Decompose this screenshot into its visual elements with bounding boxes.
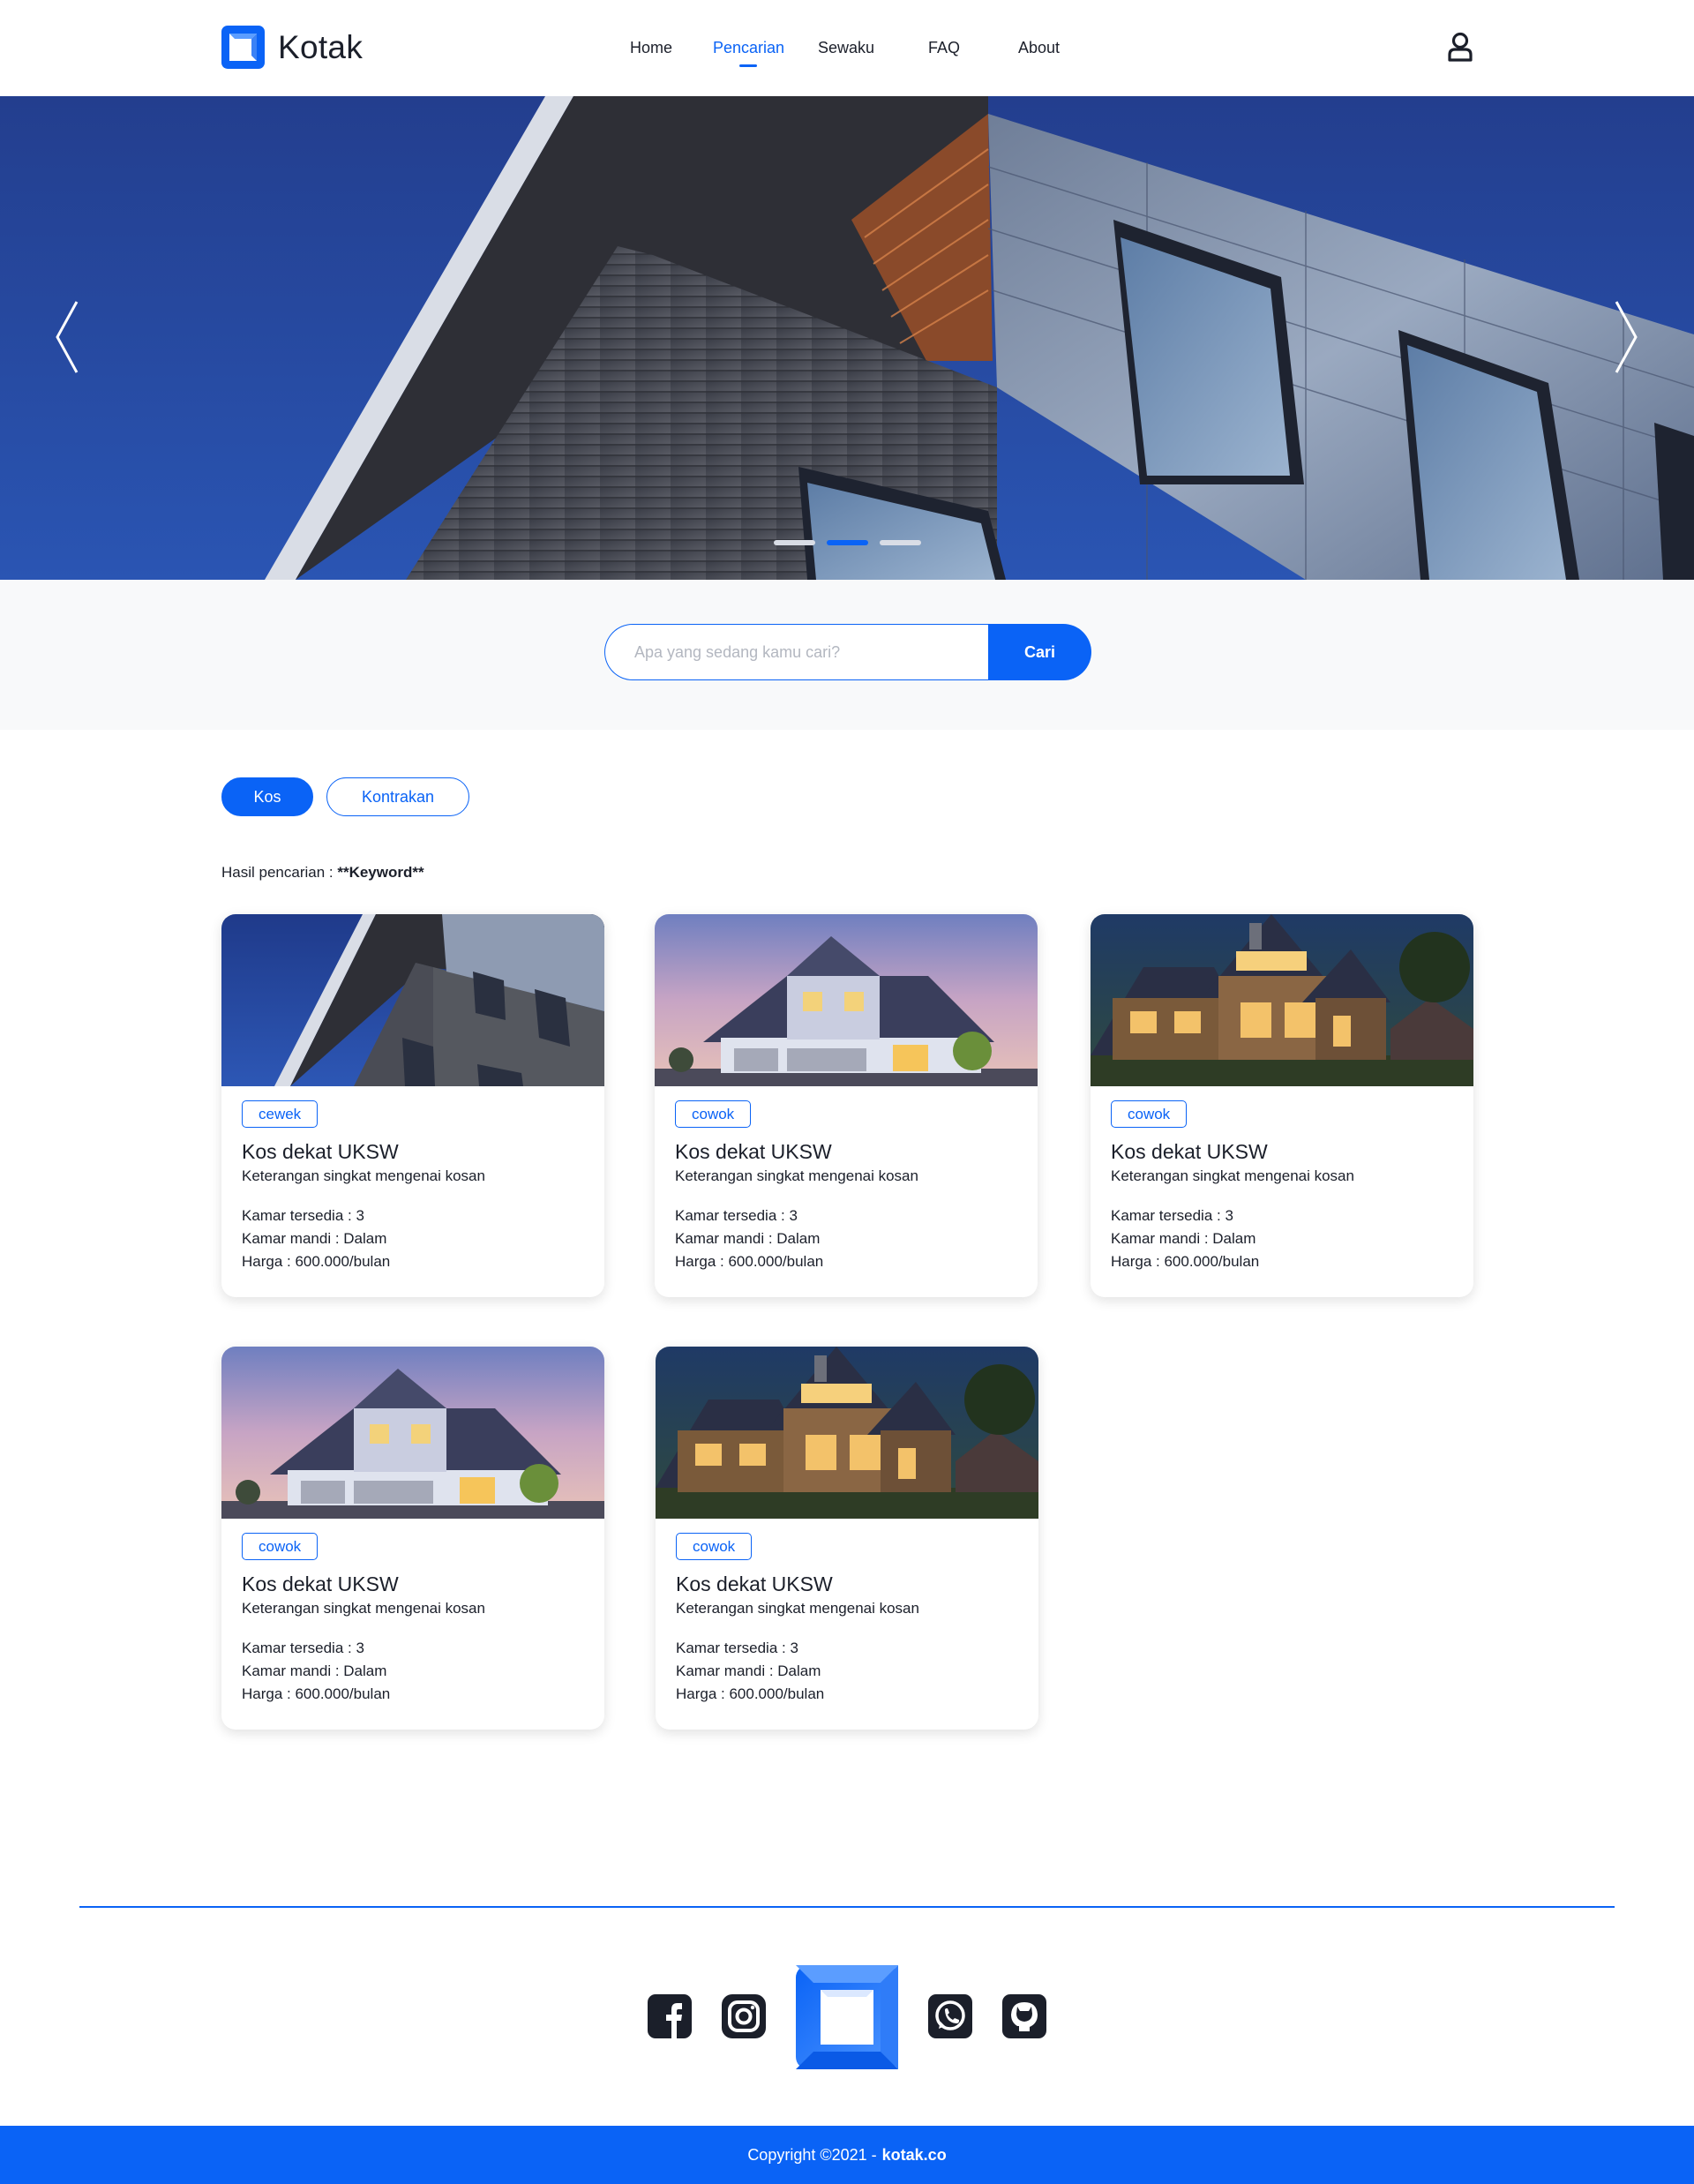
listing-bathroom: Kamar mandi : Dalam bbox=[242, 1662, 387, 1679]
carousel-prev-icon[interactable] bbox=[50, 297, 86, 377]
facebook-icon[interactable] bbox=[648, 1994, 692, 2038]
listing-bathroom: Kamar mandi : Dalam bbox=[675, 1230, 821, 1247]
listing-tag: cowok bbox=[675, 1100, 752, 1128]
listing-card-1[interactable]: cewek Kos dekat UKSW Keterangan singkat … bbox=[221, 914, 604, 1297]
listing-description: Keterangan singkat mengenai kosan bbox=[675, 1167, 918, 1184]
result-keyword: **Keyword** bbox=[337, 864, 424, 881]
listing-tag: cewek bbox=[242, 1100, 319, 1128]
listing-bathroom: Kamar mandi : Dalam bbox=[676, 1662, 821, 1679]
hero-building-image bbox=[0, 96, 1694, 580]
carousel-next-icon[interactable] bbox=[1608, 297, 1643, 377]
carousel-dot-2[interactable] bbox=[827, 540, 868, 545]
listing-tag: cowok bbox=[242, 1533, 319, 1560]
search-section: Cari bbox=[0, 580, 1694, 730]
main-nav: Home Pencarian Sewaku FAQ About bbox=[0, 39, 1694, 74]
listing-title: Kos dekat UKSW bbox=[242, 1572, 399, 1595]
listing-description: Keterangan singkat mengenai kosan bbox=[242, 1600, 485, 1617]
listing-tag: cowok bbox=[676, 1533, 753, 1560]
listing-description: Keterangan singkat mengenai kosan bbox=[1111, 1167, 1354, 1184]
user-icon[interactable] bbox=[1447, 32, 1473, 62]
listing-rooms: Kamar tersedia : 3 bbox=[242, 1640, 364, 1656]
filter-kos[interactable]: Kos bbox=[221, 777, 313, 816]
listing-image bbox=[1091, 914, 1473, 1086]
footer-divider bbox=[79, 1906, 1615, 1908]
listing-rooms: Kamar tersedia : 3 bbox=[242, 1207, 364, 1224]
listing-price: Harga : 600.000/bulan bbox=[242, 1685, 391, 1702]
listing-card-5[interactable]: cowok Kos dekat UKSW Keterangan singkat … bbox=[656, 1347, 1038, 1730]
listing-rooms: Kamar tersedia : 3 bbox=[675, 1207, 798, 1224]
carousel-dot-3[interactable] bbox=[880, 540, 921, 545]
listing-card-2[interactable]: cowok Kos dekat UKSW Keterangan singkat … bbox=[655, 914, 1038, 1297]
listing-price: Harga : 600.000/bulan bbox=[242, 1253, 391, 1270]
listing-title: Kos dekat UKSW bbox=[242, 1140, 399, 1163]
listing-title: Kos dekat UKSW bbox=[675, 1140, 832, 1163]
copyright-text: Copyright ©2021 - bbox=[747, 2145, 877, 2164]
listing-image bbox=[221, 1347, 604, 1519]
github-icon[interactable] bbox=[1002, 1994, 1046, 2038]
listing-image bbox=[655, 914, 1038, 1086]
carousel-indicators bbox=[774, 540, 921, 545]
nav-home[interactable]: Home bbox=[630, 39, 672, 57]
filter-kontrakan[interactable]: Kontrakan bbox=[326, 777, 469, 816]
listing-card-4[interactable]: cowok Kos dekat UKSW Keterangan singkat … bbox=[221, 1347, 604, 1730]
listing-image bbox=[221, 914, 604, 1086]
whatsapp-icon[interactable] bbox=[928, 1994, 972, 2038]
copyright-bar: Copyright ©2021 - kotak.co bbox=[0, 2126, 1694, 2184]
search-input[interactable] bbox=[604, 624, 988, 680]
search-result-label: Hasil pencarian : **Keyword** bbox=[221, 864, 424, 882]
nav-about[interactable]: About bbox=[1018, 39, 1060, 57]
nav-pencarian[interactable]: Pencarian bbox=[713, 39, 784, 57]
top-navbar: Kotak Home Pencarian Sewaku FAQ About bbox=[0, 0, 1694, 96]
listing-rooms: Kamar tersedia : 3 bbox=[1111, 1207, 1233, 1224]
listing-title: Kos dekat UKSW bbox=[676, 1572, 833, 1595]
listing-price: Harga : 600.000/bulan bbox=[1111, 1253, 1260, 1270]
nav-sewaku[interactable]: Sewaku bbox=[818, 39, 874, 57]
listing-title: Kos dekat UKSW bbox=[1111, 1140, 1268, 1163]
listing-card-3[interactable]: cowok Kos dekat UKSW Keterangan singkat … bbox=[1091, 914, 1473, 1297]
instagram-icon[interactable] bbox=[722, 1994, 766, 2038]
listing-rooms: Kamar tersedia : 3 bbox=[676, 1640, 798, 1656]
search-bar: Cari bbox=[604, 624, 1091, 680]
result-prefix: Hasil pencarian : bbox=[221, 864, 338, 881]
listing-bathroom: Kamar mandi : Dalam bbox=[242, 1230, 387, 1247]
listing-description: Keterangan singkat mengenai kosan bbox=[676, 1600, 919, 1617]
hero-carousel bbox=[0, 96, 1694, 580]
nav-active-indicator bbox=[739, 64, 757, 67]
carousel-dot-1[interactable] bbox=[774, 540, 815, 545]
listing-price: Harga : 600.000/bulan bbox=[676, 1685, 825, 1702]
search-button[interactable]: Cari bbox=[988, 624, 1091, 680]
copyright-site-link[interactable]: kotak.co bbox=[882, 2146, 947, 2165]
listing-price: Harga : 600.000/bulan bbox=[675, 1253, 824, 1270]
listing-description: Keterangan singkat mengenai kosan bbox=[242, 1167, 485, 1184]
listing-image bbox=[656, 1347, 1038, 1519]
footer-kotak-logo-icon bbox=[796, 1965, 898, 2069]
nav-faq[interactable]: FAQ bbox=[928, 39, 960, 57]
listing-tag: cowok bbox=[1111, 1100, 1188, 1128]
category-filters: Kos Kontrakan bbox=[221, 777, 469, 816]
listing-bathroom: Kamar mandi : Dalam bbox=[1111, 1230, 1256, 1247]
